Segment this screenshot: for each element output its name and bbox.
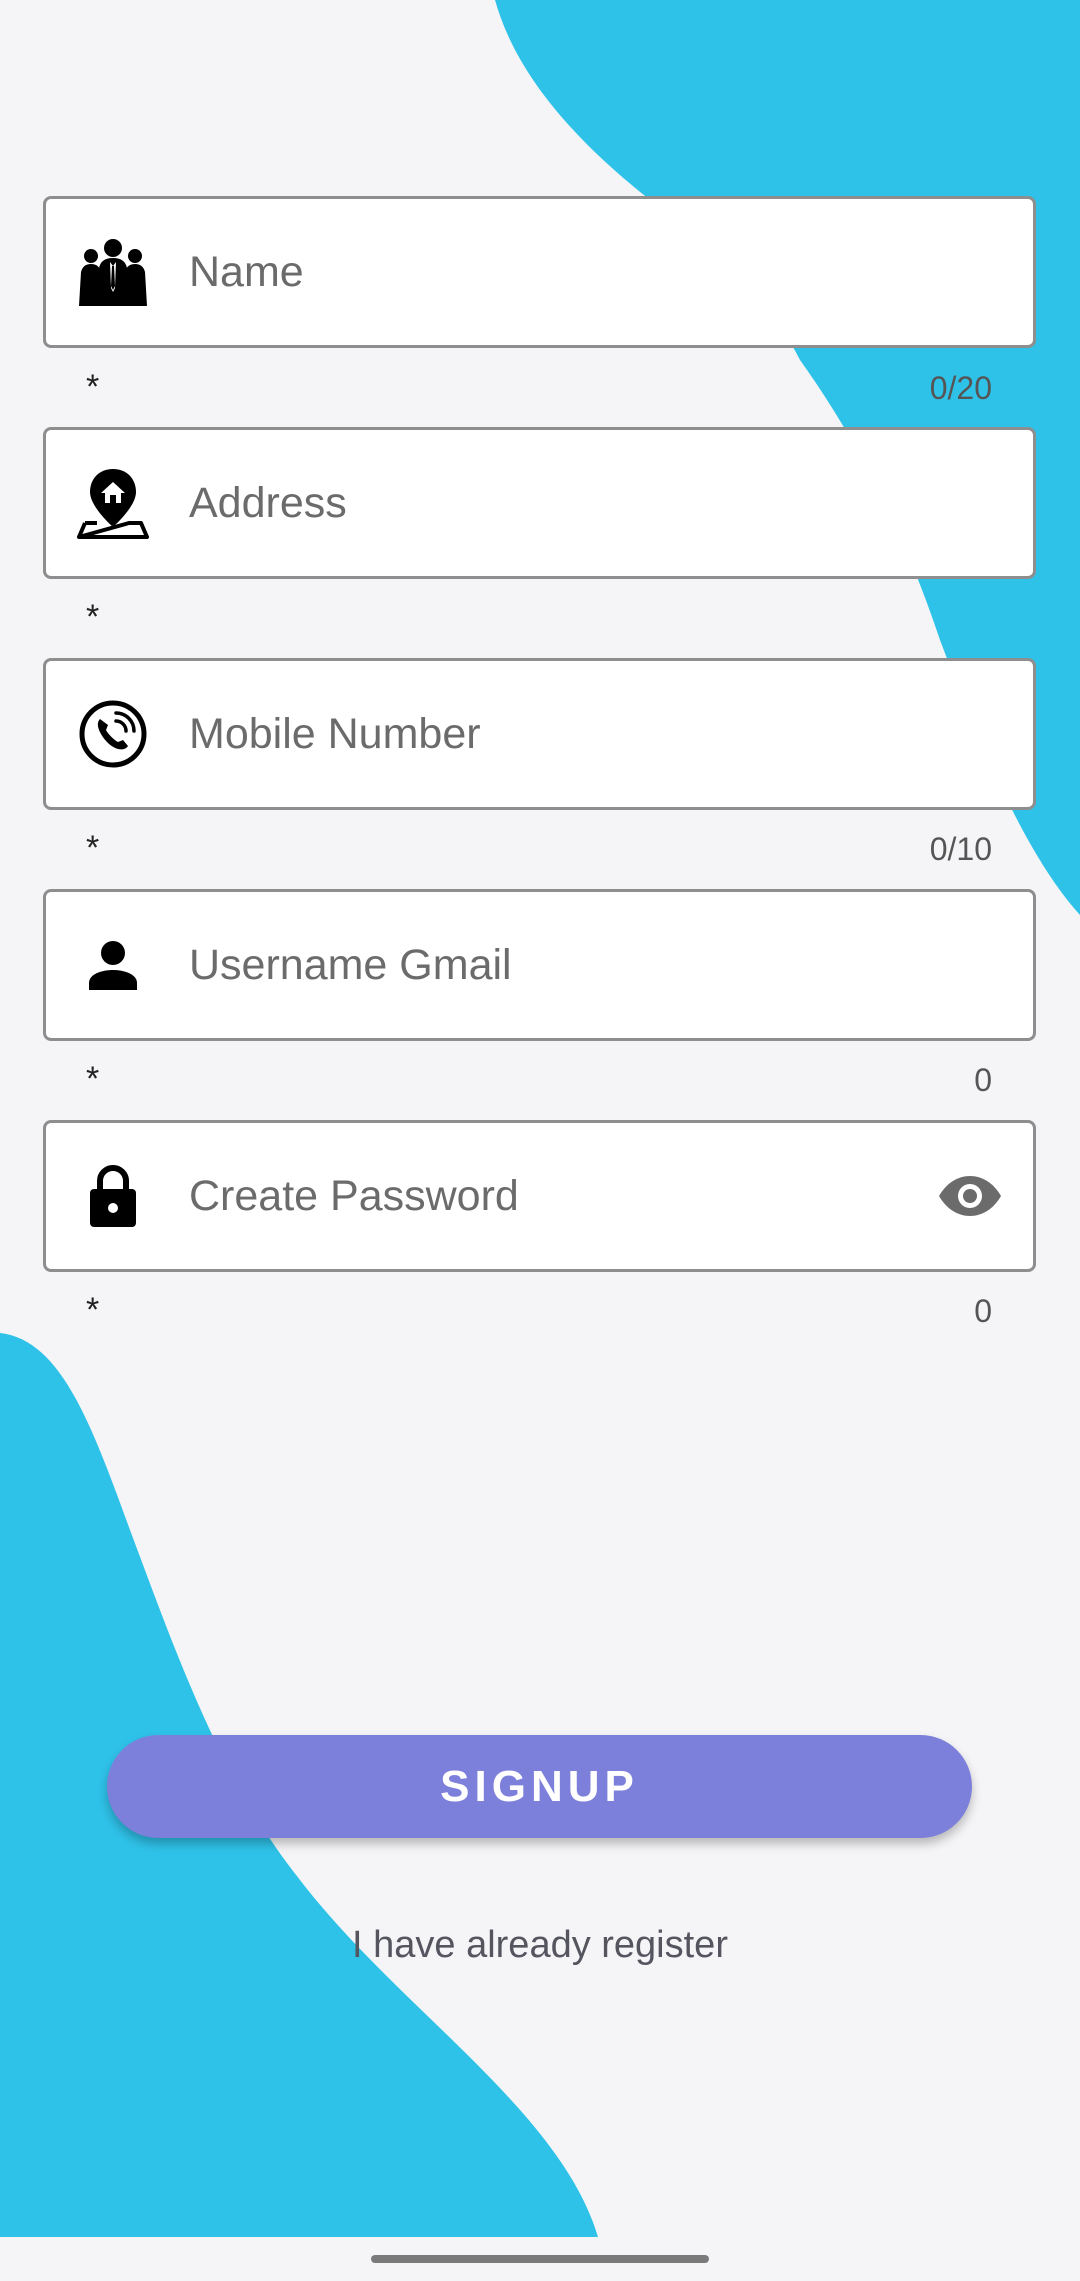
mobile-char-counter: 0/10 [929,831,992,867]
home-location-pin-icon [76,466,150,540]
name-char-counter: 0/20 [929,370,992,406]
create-password-input[interactable] [189,1123,913,1269]
name-required-mark: * [86,368,100,406]
mobile-number-input[interactable] [189,661,913,807]
username-gmail-input[interactable] [189,892,913,1038]
signup-button[interactable]: SIGNUP [107,1735,972,1838]
name-field[interactable] [43,196,1036,348]
address-required-mark: * [86,598,100,636]
eye-icon[interactable] [935,1161,1005,1231]
lock-icon [76,1159,150,1233]
phone-call-icon [76,697,150,771]
password-required-mark: * [86,1291,100,1329]
mobile-required-mark: * [86,829,100,867]
signup-screen: * 0/20 * * 0/10 [0,0,1080,2281]
address-input[interactable] [189,430,913,576]
person-icon [76,928,150,1002]
already-registered-link[interactable]: I have already register [0,1924,1080,1967]
username-char-counter: 0 [974,1062,992,1098]
home-indicator[interactable] [371,2255,709,2263]
password-char-counter: 0 [974,1293,992,1329]
create-password-field[interactable] [43,1120,1036,1272]
name-input[interactable] [189,199,913,345]
mobile-number-field[interactable] [43,658,1036,810]
username-required-mark: * [86,1060,100,1098]
username-gmail-field[interactable] [43,889,1036,1041]
people-group-icon [76,235,150,309]
address-field[interactable] [43,427,1036,579]
